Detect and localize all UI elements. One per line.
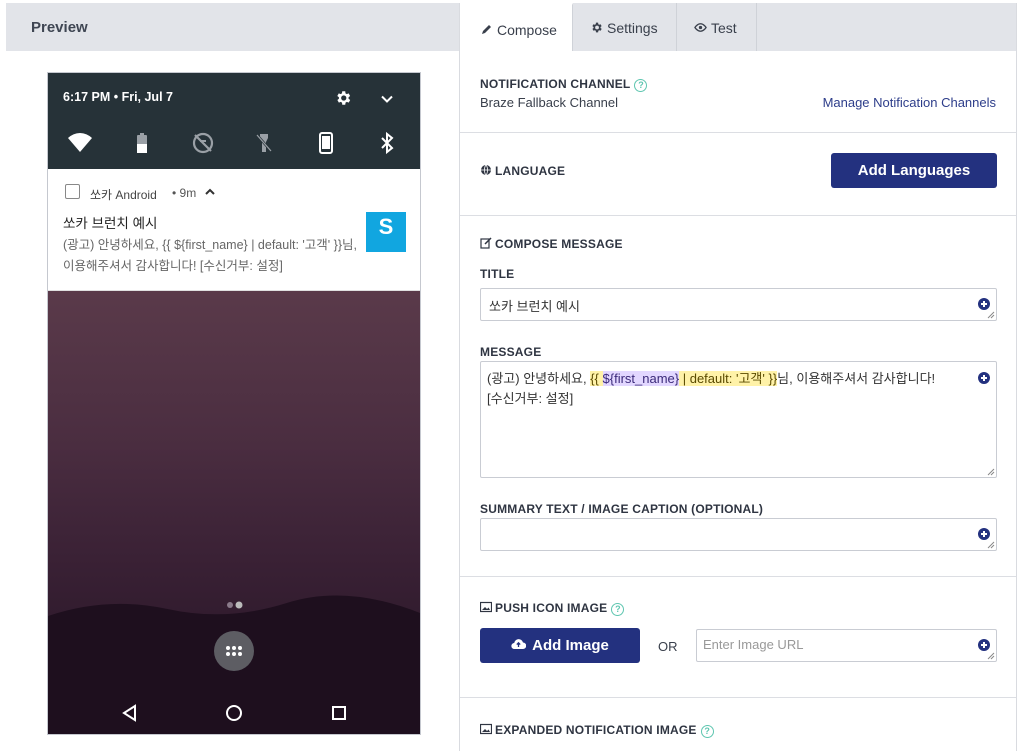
message-line2: [수신거부: 설정] [487, 391, 574, 406]
battery-icon [137, 133, 147, 153]
title-label: TITLE [480, 267, 515, 281]
image-url-placeholder: Enter Image URL [703, 637, 804, 652]
compose-message-label: COMPOSE MESSAGE [495, 237, 623, 251]
large-icon-letter: S [378, 214, 394, 239]
or-separator: OR [658, 639, 678, 654]
add-personalization-icon[interactable] [978, 372, 990, 384]
add-image-button[interactable]: Add Image [480, 628, 640, 663]
channel-value: Braze Fallback Channel [480, 95, 619, 110]
notification-channel-section: NOTIFICATION CHANNEL? Braze Fallback Cha… [460, 51, 1016, 133]
cloud-upload-icon [511, 639, 527, 650]
push-icon-label: PUSH ICON IMAGE [495, 601, 608, 615]
tab-settings-label: Settings [607, 20, 658, 36]
tab-compose-label: Compose [497, 22, 557, 38]
chevron-up-icon [205, 188, 215, 195]
liquid-tag-rest: | default: '고객' }} [679, 371, 778, 386]
edit-icon [480, 237, 492, 249]
tab-compose[interactable]: Compose [460, 3, 573, 51]
summary-input[interactable] [480, 518, 997, 551]
tab-settings[interactable]: Settings [573, 3, 677, 51]
expanded-image-section: EXPANDED NOTIFICATION IMAGE? [480, 721, 714, 739]
notification-large-icon: S [366, 212, 406, 252]
compose-panel: Compose Settings Test NOTIFICATION CHANN… [459, 3, 1017, 751]
globe-icon [481, 164, 491, 176]
preview-title: Preview [6, 3, 459, 51]
tab-bar: Compose Settings Test [460, 3, 1016, 51]
app-drawer-button [214, 631, 254, 671]
resize-handle-icon[interactable] [987, 652, 995, 660]
language-section: LANGUAGE Add Languages [460, 133, 1016, 216]
image-icon [480, 723, 492, 735]
grid-dots-icon [226, 646, 242, 656]
push-notification-preview: 쏘카 Android • 9m 쏘카 브런치 예시 (광고) 안녕하세요, {{… [48, 169, 420, 291]
android-status-bar: 6:17 PM • Fri, Jul 7 [48, 73, 420, 169]
resize-handle-icon[interactable] [987, 311, 995, 319]
image-icon [480, 601, 492, 613]
pencil-icon [482, 25, 491, 34]
add-languages-button[interactable]: Add Languages [831, 153, 997, 188]
add-personalization-icon[interactable] [978, 298, 990, 310]
message-label: MESSAGE [480, 345, 542, 359]
message-textarea[interactable]: (광고) 안녕하세요, {{ ${first_name} | default: … [480, 361, 997, 478]
title-input-value: 쏘카 브런치 예시 [489, 299, 580, 314]
tab-test-label: Test [711, 20, 737, 36]
image-url-input[interactable]: Enter Image URL [696, 629, 997, 662]
page-indicator-dots [227, 601, 243, 609]
chevron-down-icon [381, 95, 393, 103]
bluetooth-icon [381, 131, 394, 155]
help-icon[interactable]: ? [634, 79, 648, 92]
push-icon-section: PUSH ICON IMAGE? Add Image OR Enter Imag… [460, 577, 1016, 698]
help-icon[interactable]: ? [611, 603, 625, 616]
gear-icon [337, 91, 351, 105]
phone-rotate-icon [319, 132, 333, 154]
nav-recents-icon [332, 706, 346, 720]
resize-handle-icon[interactable] [987, 468, 995, 476]
help-icon[interactable]: ? [700, 725, 714, 738]
notification-body: (광고) 안녕하세요, {{ ${first_name} | default: … [63, 238, 357, 273]
add-image-label: Add Image [532, 637, 609, 654]
tab-test[interactable]: Test [677, 3, 757, 51]
status-time: 6:17 PM • Fri, Jul 7 [63, 90, 173, 104]
add-personalization-icon[interactable] [978, 528, 990, 540]
phone-preview: 6:17 PM • Fri, Jul 7 쏘카 Android • 9m 쏘카 … [47, 72, 421, 735]
notification-app-name: 쏘카 Android [90, 188, 157, 202]
resize-handle-icon[interactable] [987, 541, 995, 549]
notification-time: • 9m [172, 186, 197, 200]
add-personalization-icon[interactable] [978, 639, 990, 651]
notification-title: 쏘카 브런치 예시 [63, 216, 158, 231]
message-prefix: (광고) 안녕하세요, [487, 371, 591, 386]
notification-channel-label: NOTIFICATION CHANNEL [480, 77, 631, 91]
eye-icon [694, 23, 707, 32]
do-not-disturb-icon [192, 132, 214, 154]
gear-icon [592, 22, 602, 33]
liquid-variable: ${first_name} [602, 371, 680, 386]
android-homescreen [48, 291, 420, 734]
nav-home-icon [226, 705, 242, 721]
language-label: LANGUAGE [495, 164, 566, 178]
summary-label: SUMMARY TEXT / IMAGE CAPTION (OPTIONAL) [480, 502, 764, 516]
wifi-icon [68, 133, 92, 152]
flashlight-icon [256, 134, 272, 152]
quick-settings-row [48, 131, 420, 157]
app-small-icon [65, 184, 80, 199]
preview-panel: Preview 6:17 PM • Fri, Jul 7 쏘카 Android … [6, 3, 459, 751]
liquid-tag-open: {{ [590, 371, 603, 386]
compose-message-section: COMPOSE MESSAGE TITLE 쏘카 브런치 예시 MESSAGE … [460, 216, 1016, 577]
expanded-image-label: EXPANDED NOTIFICATION IMAGE [495, 723, 697, 737]
title-input[interactable]: 쏘카 브런치 예시 [480, 288, 997, 321]
manage-channels-link[interactable]: Manage Notification Channels [823, 95, 996, 110]
message-suffix: 님, 이용해주셔서 감사합니다! [777, 371, 936, 386]
nav-back-icon [122, 704, 136, 722]
